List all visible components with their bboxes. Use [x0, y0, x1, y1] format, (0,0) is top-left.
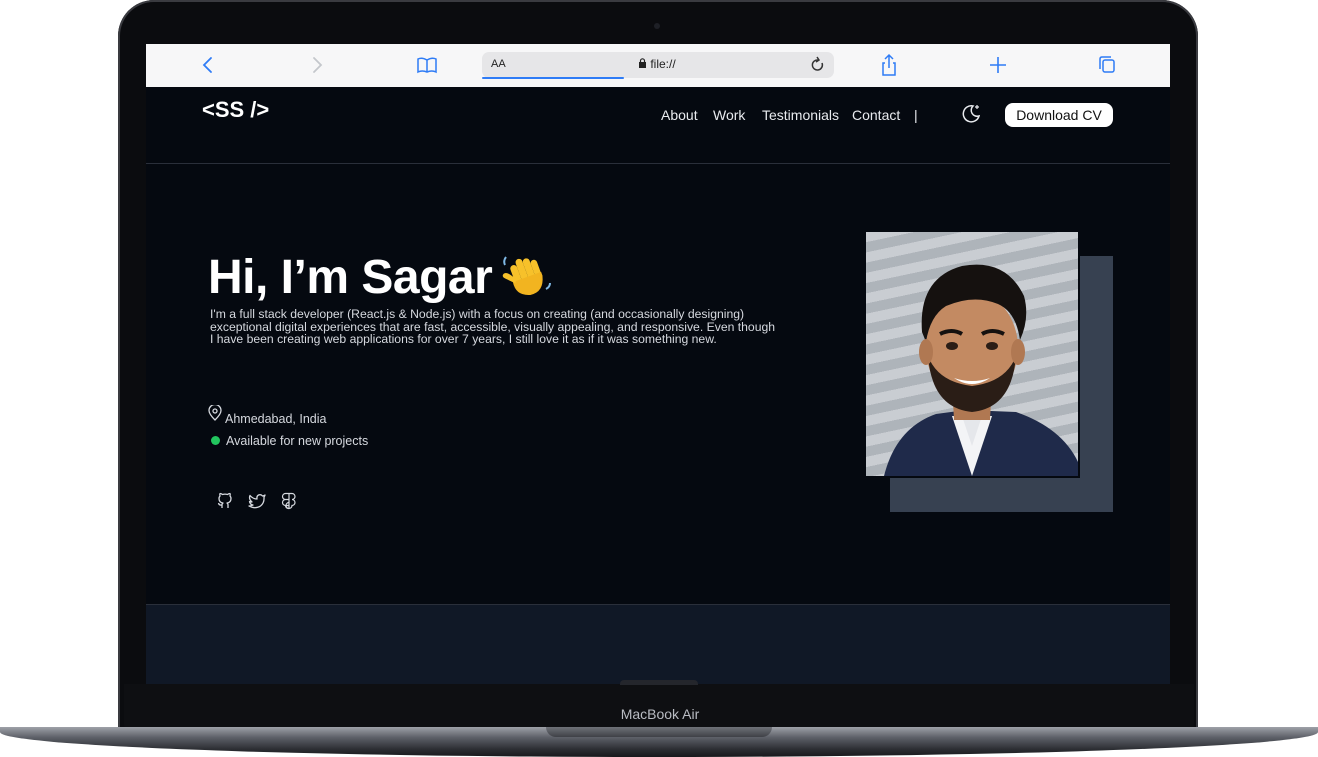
url-value: file:// [650, 57, 676, 71]
lock-icon [639, 58, 646, 68]
plus-icon[interactable] [987, 52, 1009, 78]
location-text: Ahmedabad, India [225, 412, 327, 426]
twitter-icon[interactable] [248, 492, 266, 510]
site-header: <SS /> About Work Testimonials Contact |… [146, 87, 1170, 164]
person-portrait [884, 264, 1078, 476]
webcam [654, 23, 660, 29]
forward-icon[interactable] [307, 52, 327, 78]
tabs-icon[interactable] [1096, 52, 1118, 78]
nav-contact[interactable]: Contact [852, 107, 900, 123]
device-label: MacBook Air [620, 706, 700, 722]
load-progress [482, 77, 624, 79]
next-section [146, 604, 1170, 684]
reader-aa[interactable]: AA [491, 58, 506, 70]
hero-description: I'm a full stack developer (React.js & N… [210, 307, 776, 346]
address-bar[interactable]: AA file:// [482, 52, 834, 79]
availability-dot [211, 436, 220, 445]
hero-heading: Hi, I’m Sagar [208, 250, 554, 305]
waving-hand-icon [500, 251, 554, 299]
hero-title-text: Hi, I’m Sagar [208, 251, 493, 304]
download-cv-button[interactable]: Download CV [1005, 103, 1113, 127]
nav-work[interactable]: Work [713, 107, 745, 123]
hinge [620, 680, 698, 685]
nav-about[interactable]: About [661, 107, 698, 123]
share-icon[interactable] [878, 52, 900, 78]
screen: AA file:// <SS /> About Work Testimonial… [146, 44, 1170, 684]
profile-photo [864, 230, 1080, 478]
trackpad-notch [546, 727, 772, 737]
map-pin-icon [208, 403, 222, 421]
figma-icon[interactable] [280, 492, 298, 510]
reload-icon[interactable] [810, 53, 826, 82]
browser-toolbar: AA file:// [146, 44, 1170, 88]
url-text: file:// [638, 57, 676, 71]
book-icon[interactable] [415, 52, 439, 78]
site-logo[interactable]: <SS /> [202, 97, 269, 123]
moon-icon[interactable] [960, 103, 982, 125]
availability-text: Available for new projects [226, 434, 369, 448]
github-icon[interactable] [216, 492, 234, 510]
nav-separator: | [914, 107, 918, 123]
back-icon[interactable] [198, 52, 218, 78]
nav-testimonials[interactable]: Testimonials [762, 107, 839, 123]
